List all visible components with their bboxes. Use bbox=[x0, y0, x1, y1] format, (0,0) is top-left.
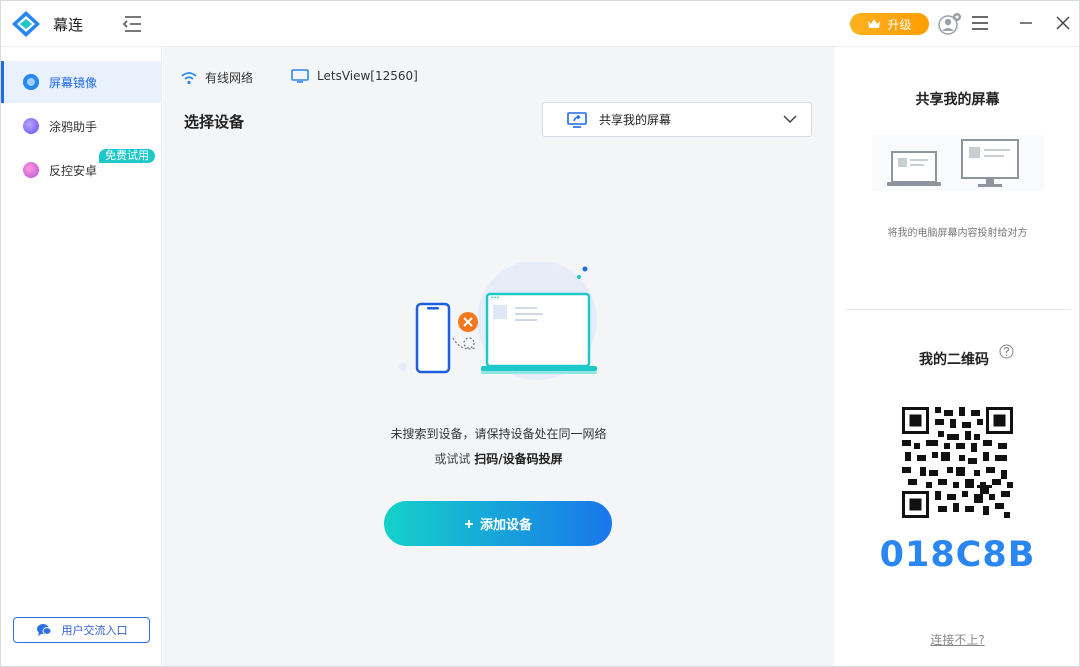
sidebar-item-label: 反控安卓 bbox=[49, 163, 98, 178]
app-window: 幕连 升级 屏幕镜像 涂鸦助手 反控安卓 免费试用 用户交流入口 有线网络 Le… bbox=[0, 0, 1080, 667]
add-device-label: 添加设备 bbox=[479, 518, 532, 533]
qr-code[interactable] bbox=[902, 407, 1013, 518]
qr-title: 我的二维码 bbox=[919, 352, 989, 368]
app-title: 幕连 bbox=[53, 16, 84, 34]
cant-connect-link[interactable]: 连接不上? bbox=[835, 631, 1079, 648]
diamond-logo-icon bbox=[12, 11, 40, 37]
android-control-icon bbox=[23, 162, 39, 178]
crown-icon bbox=[868, 19, 881, 28]
title-bar: 幕连 升级 bbox=[1, 1, 1079, 47]
divider bbox=[845, 309, 1070, 310]
screen-mirror-icon bbox=[23, 74, 39, 90]
community-label: 用户交流入口 bbox=[61, 624, 128, 637]
user-settings-icon[interactable] bbox=[937, 12, 963, 36]
chat-icon bbox=[36, 624, 51, 636]
wifi-icon bbox=[181, 71, 197, 84]
hamburger-icon[interactable] bbox=[971, 15, 989, 31]
section-title: 选择设备 bbox=[184, 113, 245, 131]
community-button[interactable]: 用户交流入口 bbox=[13, 617, 150, 643]
sidebar-item-screen-mirror[interactable]: 屏幕镜像 bbox=[1, 61, 161, 103]
upgrade-label: 升级 bbox=[887, 17, 912, 32]
network-status: 有线网络 bbox=[181, 69, 253, 86]
close-icon[interactable] bbox=[1055, 15, 1071, 31]
share-select-value: 共享我的屏幕 bbox=[599, 113, 672, 127]
doodle-icon bbox=[23, 118, 39, 134]
sidebar-item-doodle[interactable]: 涂鸦助手 bbox=[3, 105, 161, 147]
local-device: LetsView[12560] bbox=[291, 69, 418, 83]
upgrade-button[interactable]: 升级 bbox=[850, 13, 929, 35]
qr-cast-link[interactable]: 扫码/设备码投屏 bbox=[474, 452, 562, 466]
device-code: 018C8B bbox=[879, 535, 1036, 575]
share-screen-title: 共享我的屏幕 bbox=[915, 92, 1000, 108]
network-label: 有线网络 bbox=[205, 71, 254, 85]
right-panel: 共享我的屏幕 将我的电脑屏幕内容投射给对方 我的二维码 018C8B 连接不上? bbox=[835, 47, 1079, 666]
question-icon[interactable] bbox=[999, 344, 1014, 359]
collapse-sidebar-icon[interactable] bbox=[121, 13, 143, 35]
device-name: LetsView[12560] bbox=[317, 69, 418, 83]
share-screen-illustration bbox=[872, 135, 1044, 191]
share-screen-desc: 将我的电脑屏幕内容投射给对方 bbox=[887, 228, 1028, 239]
empty-hint: 或试试 扫码/设备码投屏 bbox=[163, 450, 834, 467]
trial-badge: 免费试用 bbox=[99, 149, 155, 163]
monitor-icon bbox=[291, 69, 309, 83]
empty-message: 未搜索到设备，请保持设备处在同一网络 bbox=[390, 427, 607, 441]
sidebar-item-label: 屏幕镜像 bbox=[49, 75, 98, 90]
empty-hint-prefix: 或试试 bbox=[434, 452, 471, 466]
add-device-button[interactable]: 添加设备 bbox=[384, 501, 612, 546]
share-screen-dropdown[interactable]: 共享我的屏幕 bbox=[542, 102, 812, 137]
sidebar: 屏幕镜像 涂鸦助手 反控安卓 免费试用 用户交流入口 bbox=[1, 47, 162, 666]
minimize-icon[interactable] bbox=[1018, 15, 1034, 31]
sidebar-item-label: 涂鸦助手 bbox=[49, 119, 98, 134]
chevron-down-icon bbox=[783, 115, 797, 124]
screen-share-icon bbox=[567, 111, 587, 128]
main-panel: 有线网络 LetsView[12560] 选择设备 共享我的屏幕 未搜索到设备，… bbox=[163, 47, 834, 666]
no-device-illustration bbox=[399, 262, 597, 380]
plus-icon bbox=[464, 519, 473, 528]
